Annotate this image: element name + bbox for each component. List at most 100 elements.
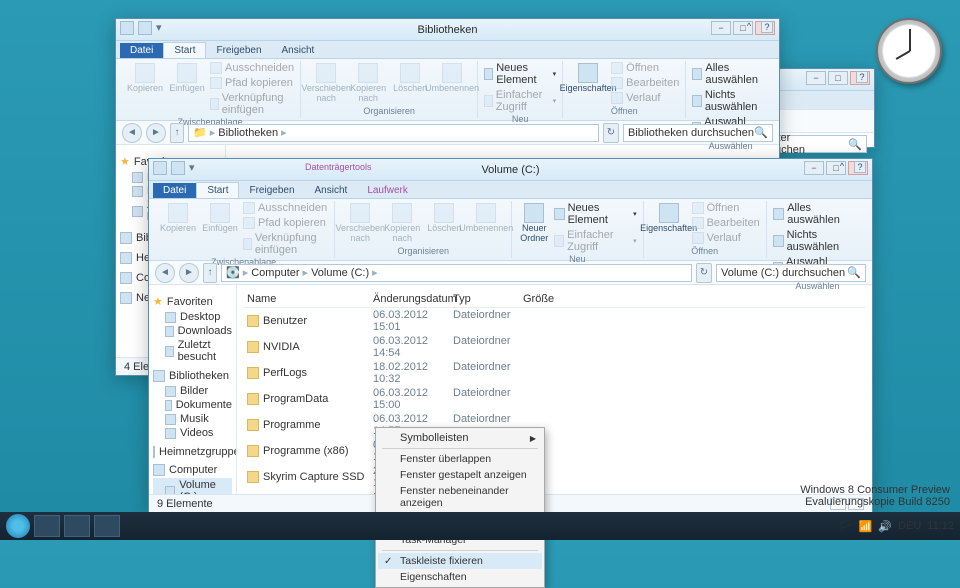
- up-button[interactable]: ↑: [170, 123, 184, 143]
- paste-button[interactable]: Einfügen: [168, 61, 206, 96]
- cut-button[interactable]: Ausschneiden: [243, 201, 328, 215]
- taskbar-explorer-icon[interactable]: [64, 515, 90, 537]
- nav-item[interactable]: Zuletzt besucht: [153, 338, 232, 364]
- nav-item-volume-c[interactable]: Volume (C:): [153, 478, 232, 494]
- copypath-button[interactable]: Pfad kopieren: [243, 216, 328, 230]
- cut-button[interactable]: Ausschneiden: [210, 61, 294, 75]
- selectnone-button[interactable]: Nichts auswählen: [773, 228, 862, 254]
- nav-item[interactable]: Desktop: [153, 310, 232, 324]
- delete-button[interactable]: Löschen: [425, 201, 463, 236]
- tab-file[interactable]: Datei: [120, 43, 163, 58]
- easyaccess-button[interactable]: Einfacher Zugriff▾: [484, 88, 556, 114]
- tray-language[interactable]: DEU: [898, 520, 921, 532]
- taskbar-app-icon[interactable]: [94, 515, 120, 537]
- ctx-lock-taskbar[interactable]: Taskleiste fixieren: [378, 553, 542, 569]
- pastelink-button[interactable]: Verknüpfung einfügen: [243, 231, 328, 257]
- copyto-button[interactable]: Kopieren nach: [383, 201, 421, 246]
- moveto-button[interactable]: Verschieben nach: [307, 61, 345, 106]
- open-button[interactable]: Öffnen: [692, 201, 760, 215]
- copypath-button[interactable]: Pfad kopieren: [210, 76, 294, 90]
- help-icon[interactable]: ?: [854, 161, 866, 173]
- ctx-toolbars[interactable]: Symbolleisten▶: [378, 430, 542, 446]
- qat-dropdown-icon[interactable]: ▾: [156, 21, 170, 35]
- tab-start[interactable]: Start: [163, 42, 206, 58]
- nav-item[interactable]: Musik: [153, 412, 232, 426]
- collapse-ribbon-icon[interactable]: ^: [743, 21, 755, 33]
- refresh-button[interactable]: ↻: [603, 123, 619, 143]
- minimize-button[interactable]: −: [804, 161, 824, 175]
- collapse-ribbon-icon[interactable]: ^: [836, 161, 848, 173]
- refresh-button[interactable]: ↻: [696, 263, 712, 283]
- selectall-button[interactable]: Alles auswählen: [773, 201, 862, 227]
- rename-button[interactable]: Umbenennen: [467, 201, 505, 236]
- forward-button[interactable]: ►: [179, 263, 199, 283]
- table-row[interactable]: Benutzer06.03.2012 15:01Dateiordner: [243, 308, 866, 334]
- copy-button[interactable]: Kopieren: [126, 61, 164, 96]
- nav-homegroup[interactable]: Heimnetzgruppe: [153, 446, 232, 458]
- ctx-stacked[interactable]: Fenster gestapelt anzeigen: [378, 467, 542, 483]
- breadcrumb[interactable]: 💽▸Computer▸Volume (C:)▸: [221, 264, 692, 282]
- table-row[interactable]: Programme (x86)07.03.2012 13:57Dateiordn…: [243, 438, 866, 464]
- search-input[interactable]: Bibliotheken durchsuchen🔍: [623, 124, 773, 142]
- tab-view[interactable]: Ansicht: [305, 183, 358, 198]
- tab-drive[interactable]: Laufwerk: [357, 183, 418, 198]
- table-row[interactable]: Programme06.03.2012 14:57Dateiordner: [243, 412, 866, 438]
- properties-button[interactable]: Eigenschaften: [569, 61, 607, 96]
- search-input[interactable]: Volume (C:) durchsuchen🔍: [716, 264, 866, 282]
- tray-network-icon[interactable]: 📶: [859, 520, 873, 533]
- up-button[interactable]: ↑: [203, 263, 217, 283]
- minimize-button[interactable]: −: [806, 71, 826, 85]
- copy-button[interactable]: Kopieren: [159, 201, 197, 236]
- selectall-button[interactable]: Alles auswählen: [692, 61, 769, 87]
- nav-item[interactable]: Downloads: [153, 324, 232, 338]
- nav-item[interactable]: Bilder: [153, 384, 232, 398]
- tab-share[interactable]: Freigeben: [206, 43, 271, 58]
- table-row[interactable]: Windows06.03.2012 15:27Dateiordner: [243, 490, 866, 494]
- help-icon[interactable]: ?: [761, 21, 773, 33]
- qat-icon[interactable]: [138, 21, 152, 35]
- selectnone-button[interactable]: Nichts auswählen: [692, 88, 769, 114]
- taskbar-ie-icon[interactable]: [34, 515, 60, 537]
- system-tray[interactable]: 🏳 📶 🔊 DEU 11:12: [839, 520, 954, 533]
- newitem-button[interactable]: Neues Element▾: [554, 201, 636, 227]
- maximize-button[interactable]: □: [828, 71, 848, 85]
- content-pane[interactable]: Name Änderungsdatum Typ Größe Benutzer06…: [237, 285, 872, 494]
- ctx-cascade[interactable]: Fenster überlappen: [378, 451, 542, 467]
- nav-libraries[interactable]: Bibliotheken: [153, 370, 232, 382]
- easyaccess-button[interactable]: Einfacher Zugriff▾: [554, 228, 636, 254]
- paste-button[interactable]: Einfügen: [201, 201, 239, 236]
- tray-clock[interactable]: 11:12: [927, 520, 954, 532]
- table-row[interactable]: NVIDIA06.03.2012 14:54Dateiordner: [243, 334, 866, 360]
- qat-icon[interactable]: [120, 21, 134, 35]
- history-button[interactable]: Verlauf: [692, 231, 760, 245]
- back-button[interactable]: ◄: [155, 263, 175, 283]
- table-row[interactable]: PerfLogs18.02.2012 10:32Dateiordner: [243, 360, 866, 386]
- qat-icon[interactable]: [171, 161, 185, 175]
- tray-sound-icon[interactable]: 🔊: [878, 520, 892, 533]
- delete-button[interactable]: Löschen: [391, 61, 429, 96]
- rename-button[interactable]: Umbenennen: [433, 61, 471, 96]
- newfolder-button[interactable]: Neuer Ordner: [518, 201, 550, 246]
- moveto-button[interactable]: Verschieben nach: [341, 201, 379, 246]
- edit-button[interactable]: Bearbeiten: [692, 216, 760, 230]
- titlebar[interactable]: ▾ Bibliotheken − □ ×: [116, 19, 779, 41]
- breadcrumb[interactable]: 📁▸Bibliotheken▸: [188, 124, 599, 142]
- clock-gadget[interactable]: [876, 18, 942, 84]
- history-button[interactable]: Verlauf: [611, 91, 679, 105]
- start-button[interactable]: [6, 514, 30, 538]
- tab-file[interactable]: Datei: [153, 183, 196, 198]
- nav-favorites[interactable]: ★Favoriten: [153, 295, 232, 308]
- pastelink-button[interactable]: Verknüpfung einfügen: [210, 91, 294, 117]
- tab-share[interactable]: Freigeben: [239, 183, 304, 198]
- minimize-button[interactable]: −: [711, 21, 731, 35]
- back-button[interactable]: ◄: [122, 123, 142, 143]
- tab-view[interactable]: Ansicht: [272, 43, 325, 58]
- taskbar[interactable]: 🏳 📶 🔊 DEU 11:12: [0, 512, 960, 540]
- ctx-properties[interactable]: Eigenschaften: [378, 569, 542, 585]
- qat-dropdown-icon[interactable]: ▾: [189, 161, 203, 175]
- newitem-button[interactable]: Neues Element▾: [484, 61, 556, 87]
- column-headers[interactable]: Name Änderungsdatum Typ Größe: [243, 291, 866, 308]
- tab-start[interactable]: Start: [196, 182, 239, 198]
- edit-button[interactable]: Bearbeiten: [611, 76, 679, 90]
- tray-flag-icon[interactable]: 🏳: [839, 520, 853, 533]
